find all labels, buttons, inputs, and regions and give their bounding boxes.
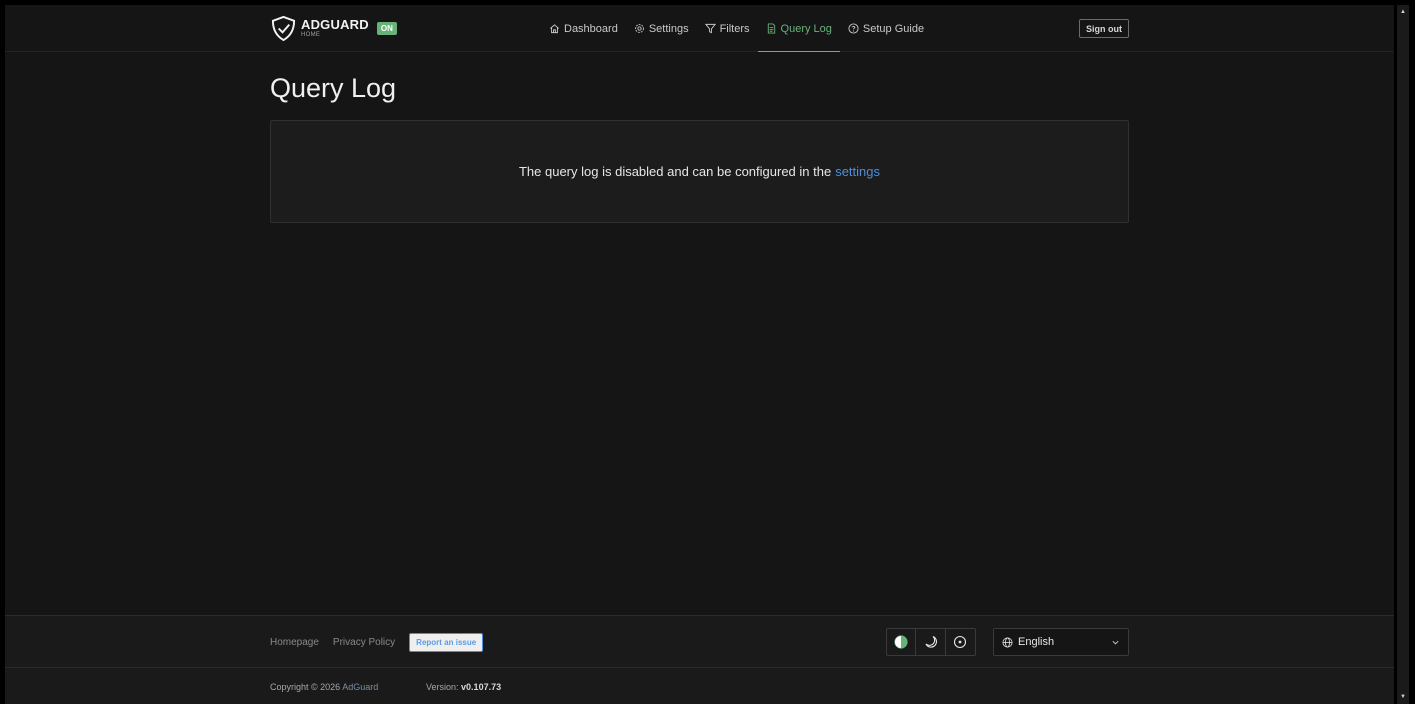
theme-light-button[interactable] <box>946 629 975 655</box>
nav-label: Settings <box>648 22 689 35</box>
main-nav: Dashboard Settings Filters Query Log Set… <box>541 5 932 52</box>
page-title: Query Log <box>270 73 397 103</box>
gear-icon <box>634 24 644 33</box>
copyright: Copyright © 2026 AdGuard <box>270 682 379 692</box>
footer-copyright-bar: Copyright © 2026 AdGuard Version: v0.107… <box>5 667 1394 704</box>
version-info: Version: v0.107.73 <box>426 682 502 692</box>
logo-subtitle: HOME <box>301 32 321 38</box>
sun-icon <box>954 635 967 649</box>
status-badge: ON <box>376 22 397 35</box>
adguard-link[interactable]: AdGuard <box>342 682 378 692</box>
globe-icon <box>1002 637 1013 647</box>
logo-name: ADGUARD <box>301 17 369 32</box>
moon-icon <box>925 635 937 648</box>
nav-label: Filters <box>719 22 750 35</box>
nav-label: Dashboard <box>564 22 618 35</box>
scroll-up-arrow-icon[interactable]: ▲ <box>1399 8 1407 16</box>
language-value: English <box>1018 636 1055 648</box>
privacy-policy-link[interactable]: Privacy Policy <box>333 637 395 648</box>
filter-icon <box>704 23 716 34</box>
app-frame: ADGUARD HOME ON Dashboard Settings Filte… <box>5 5 1394 704</box>
sign-out-button[interactable]: Sign out <box>1079 19 1129 38</box>
theme-auto-button[interactable] <box>887 629 917 655</box>
theme-dark-button[interactable] <box>916 629 946 655</box>
nav-filters[interactable]: Filters <box>697 5 758 52</box>
version-value: v0.107.73 <box>461 682 502 692</box>
nav-settings[interactable]: Settings <box>626 5 697 52</box>
help-icon <box>848 23 859 34</box>
chevron-down-icon <box>1112 640 1119 644</box>
home-icon <box>550 24 559 34</box>
top-navbar: ADGUARD HOME ON Dashboard Settings Filte… <box>5 5 1394 52</box>
report-issue-button[interactable]: Report an issue <box>409 633 484 652</box>
settings-link[interactable]: settings <box>835 164 880 179</box>
logo[interactable]: ADGUARD HOME ON <box>270 15 397 43</box>
nav-query-log[interactable]: Query Log <box>757 5 841 52</box>
scroll-down-arrow-icon[interactable]: ▼ <box>1399 693 1407 701</box>
language-select[interactable]: English <box>993 628 1129 656</box>
nav-label: Query Log <box>780 22 832 35</box>
disabled-message: The query log is disabled and can be con… <box>518 164 832 179</box>
document-icon <box>767 23 775 34</box>
query-log-disabled-card: The query log is disabled and can be con… <box>270 120 1129 223</box>
footer-links-bar: Homepage Privacy Policy Report an issue … <box>5 615 1394 667</box>
shield-logo-icon <box>271 15 296 42</box>
theme-switcher <box>886 628 976 656</box>
contrast-icon <box>894 635 908 649</box>
nav-label: Setup Guide <box>862 22 925 35</box>
nav-setup-guide[interactable]: Setup Guide <box>840 5 932 52</box>
vertical-scrollbar[interactable]: ▲ ▼ <box>1397 5 1409 704</box>
nav-dashboard[interactable]: Dashboard <box>541 5 626 52</box>
homepage-link[interactable]: Homepage <box>270 637 319 648</box>
